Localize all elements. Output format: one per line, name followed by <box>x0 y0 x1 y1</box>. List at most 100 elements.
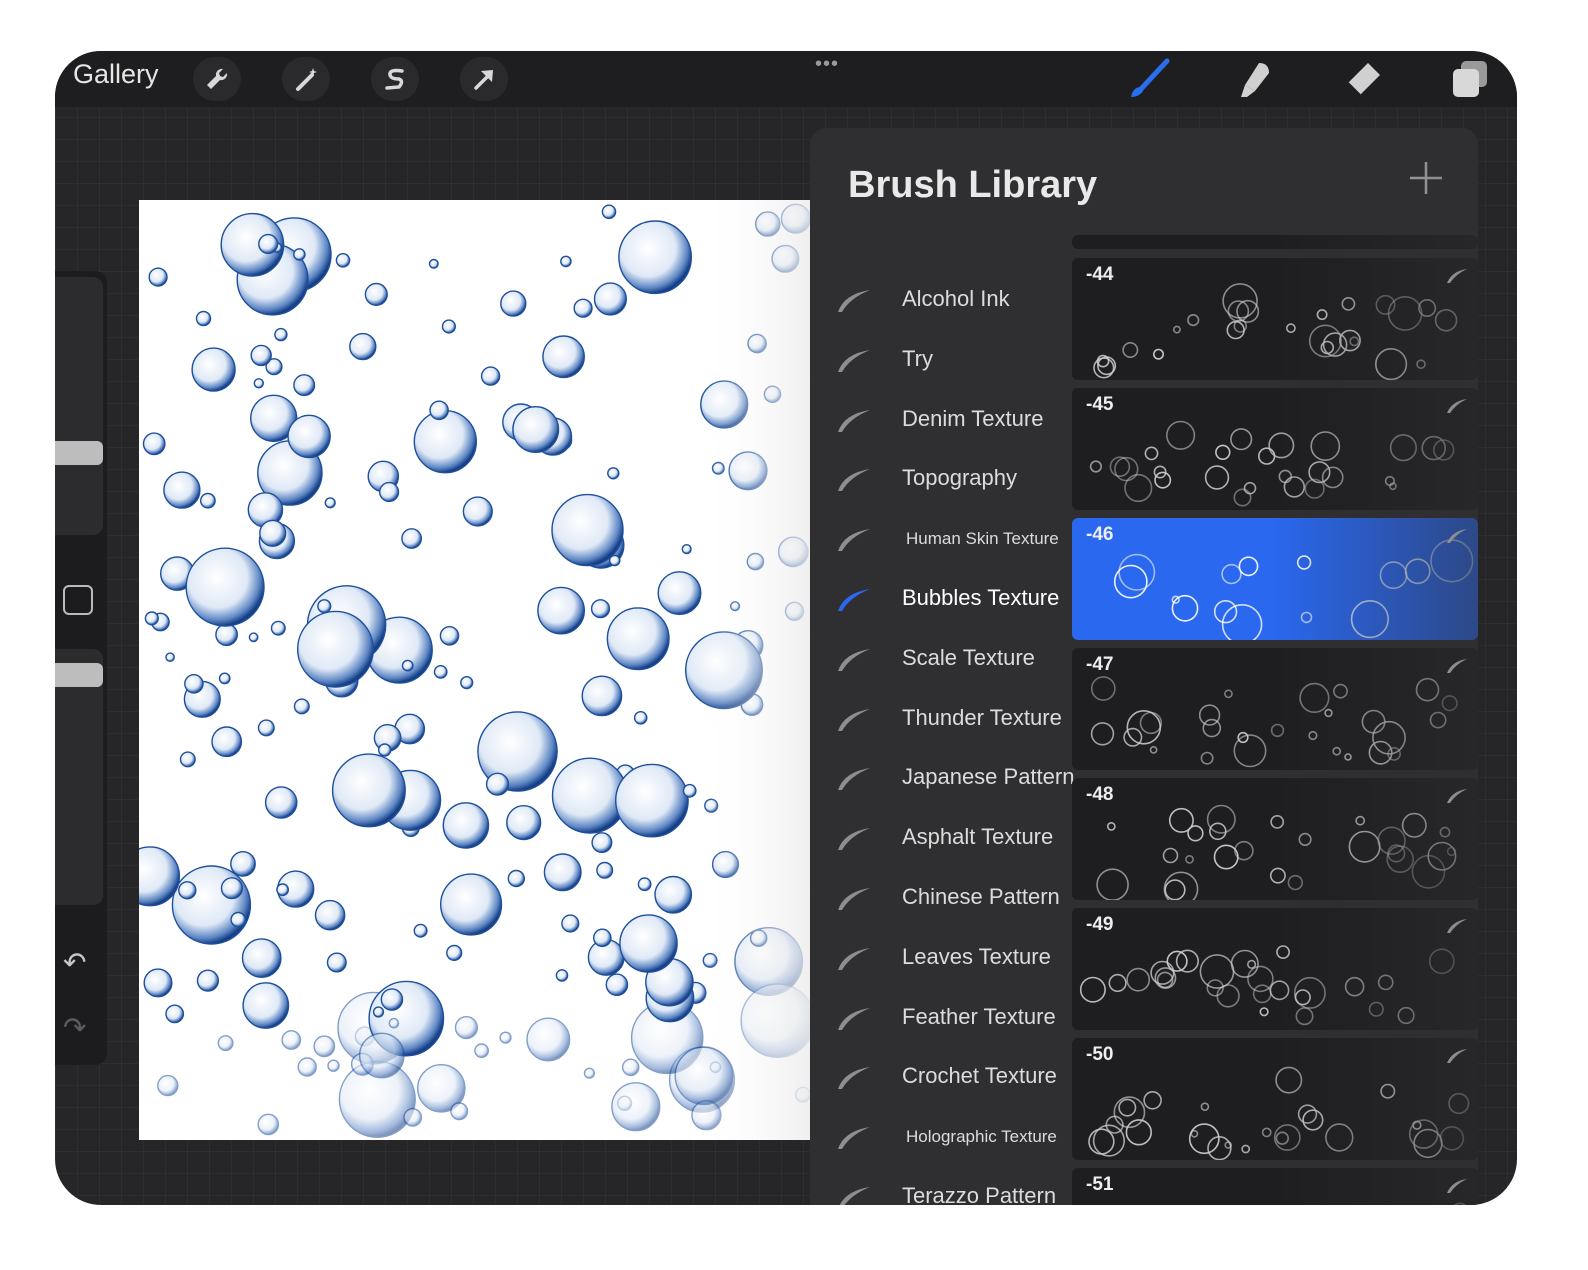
bubble-mark <box>331 753 406 828</box>
brush-stroke-preview <box>1079 945 1455 1026</box>
brush-category-item[interactable]: Leaves Texture <box>810 932 1068 992</box>
eraser-icon[interactable] <box>1338 55 1386 103</box>
opacity-slider[interactable] <box>55 649 103 905</box>
brush-tick-icon <box>1447 529 1467 543</box>
bubble-mark <box>537 586 585 635</box>
bubble-mark <box>551 493 624 567</box>
bubble-mark <box>270 620 286 636</box>
bubble-mark <box>637 877 652 892</box>
brush-preview-partial[interactable] <box>1072 235 1478 249</box>
brush-category-item[interactable]: Crochet Texture <box>810 1051 1068 1111</box>
brush-preview-card[interactable]: -47 <box>1072 648 1478 770</box>
bubble-mark <box>439 625 460 646</box>
bubble-mark <box>257 1113 280 1136</box>
bubble-mark <box>317 599 332 614</box>
drawing-canvas[interactable] <box>139 200 811 1140</box>
brush-stroke-icon <box>838 529 870 552</box>
bubble-mark <box>657 571 702 616</box>
brush-category-item[interactable]: Holographic Texture <box>810 1111 1068 1171</box>
brush-category-item[interactable]: Bubbles Texture <box>810 573 1068 633</box>
brush-category-item[interactable]: Topography <box>810 453 1068 513</box>
brush-stroke-preview <box>1453 1202 1467 1205</box>
grip-handle[interactable]: ••• <box>815 53 839 76</box>
bubble-mark <box>474 1043 489 1059</box>
bubble-mark <box>601 204 617 220</box>
bubble-mark <box>274 327 288 342</box>
bubble-mark <box>583 1067 596 1079</box>
brush-category-label: Thunder Texture <box>902 704 1062 730</box>
brush-tick-icon <box>1447 659 1467 673</box>
selection-s-icon[interactable] <box>371 57 419 101</box>
undo-icon[interactable]: ↶ <box>63 946 86 979</box>
brush-icon[interactable] <box>1125 55 1173 103</box>
bubble-mark <box>460 676 474 690</box>
brush-category-item[interactable]: Terazzo Pattern <box>810 1171 1068 1205</box>
top-toolbar: Gallery ••• <box>55 51 1517 107</box>
gallery-button[interactable]: Gallery <box>73 59 159 90</box>
add-brush-plus-icon[interactable] <box>1406 158 1446 198</box>
brush-size-slider[interactable] <box>55 277 103 535</box>
brush-stroke-icon <box>838 828 870 851</box>
brush-category-item[interactable]: Denim Texture <box>810 394 1068 454</box>
smudge-icon[interactable] <box>1231 55 1279 103</box>
brush-category-label: Holographic Texture <box>906 1127 1057 1147</box>
brush-library-panel: Brush Library Alcohol Ink Try Denim Textur… <box>810 128 1478 1205</box>
brush-preview-card[interactable]: -44 <box>1072 258 1478 380</box>
bubble-mark <box>542 335 585 379</box>
layers-icon[interactable] <box>1445 55 1493 103</box>
bubble-mark <box>257 719 275 737</box>
bubble-mark <box>611 1082 661 1132</box>
brush-category-item[interactable]: Feather Texture <box>810 992 1068 1052</box>
bubble-mark <box>429 400 449 421</box>
transform-arrow-icon[interactable] <box>460 57 508 101</box>
brush-preview-card[interactable]: -48 <box>1072 778 1478 900</box>
brush-category-item[interactable]: Human Skin Texture <box>810 513 1068 573</box>
bubble-mark <box>442 802 490 849</box>
bubble-mark <box>185 547 265 627</box>
bubble-mark <box>506 804 542 841</box>
brush-category-item[interactable]: Japanese Pattern <box>810 752 1074 812</box>
bubble-mark <box>250 344 272 367</box>
brush-stroke-icon <box>838 1067 870 1090</box>
brush-preview-card[interactable]: -46 <box>1072 518 1478 640</box>
brush-category-label: Crochet Texture <box>902 1063 1057 1089</box>
bubble-mark <box>293 698 310 715</box>
brush-category-item[interactable]: Try <box>810 334 1068 394</box>
brush-category-item[interactable]: Scale Texture <box>810 633 1068 693</box>
brush-tick-icon <box>1447 399 1467 413</box>
redo-icon[interactable]: ↷ <box>63 1011 86 1044</box>
bubble-mark <box>440 873 503 936</box>
bubble-mark <box>258 233 279 255</box>
brush-stroke-preview <box>1096 804 1457 900</box>
bubble-mark <box>313 1035 336 1058</box>
bubble-mark <box>608 554 621 567</box>
bubble-mark <box>654 875 693 914</box>
brush-category-item[interactable]: Thunder Texture <box>810 693 1068 753</box>
brush-preview-card[interactable]: -49 <box>1072 908 1478 1030</box>
brush-category-item[interactable]: Chinese Pattern <box>810 872 1068 932</box>
brush-size-thumb[interactable] <box>55 441 103 465</box>
brush-category-item[interactable]: Asphalt Texture <box>810 812 1068 872</box>
bubble-artwork <box>139 200 811 1140</box>
bubble-mark <box>555 969 569 982</box>
brush-library-title: Brush Library <box>848 164 1098 206</box>
bubble-mark <box>326 952 347 973</box>
brush-name: -48 <box>1086 784 1114 805</box>
brush-preview-card[interactable]: -50 <box>1072 1038 1478 1160</box>
bubble-mark <box>184 673 204 694</box>
brush-category-item[interactable]: Alcohol Ink <box>810 274 1068 334</box>
brush-tick-icon <box>1447 1049 1467 1063</box>
brush-category-label: Feather Texture <box>902 1003 1056 1029</box>
bubble-mark <box>485 772 510 796</box>
bubble-mark <box>293 374 316 397</box>
opacity-thumb[interactable] <box>55 663 103 687</box>
brush-name: -45 <box>1086 394 1114 415</box>
modifier-square-button[interactable] <box>63 585 93 615</box>
brush-category-label: Leaves Texture <box>902 943 1051 969</box>
actions-wrench-icon[interactable] <box>193 57 241 101</box>
brush-preview-card[interactable]: -45 <box>1072 388 1478 510</box>
bubble-mark <box>591 832 613 854</box>
brush-name: -46 <box>1086 524 1114 545</box>
adjustments-magic-wand-icon[interactable] <box>282 57 330 101</box>
brush-preview-card[interactable]: -51 <box>1072 1168 1478 1205</box>
